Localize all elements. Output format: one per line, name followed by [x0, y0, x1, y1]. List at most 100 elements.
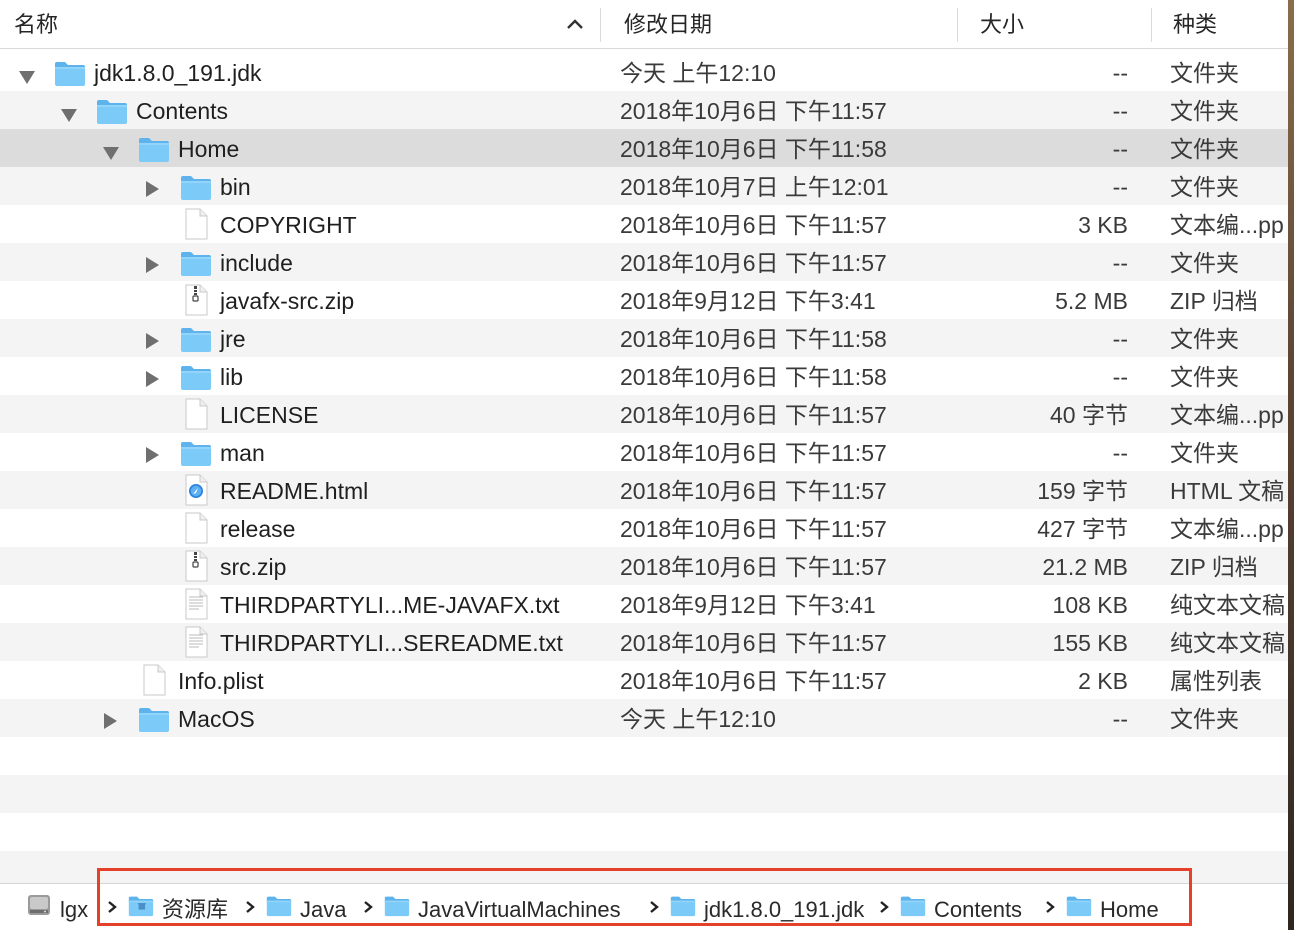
- file-kind: 纯文本文稿: [1170, 592, 1285, 618]
- file-name: bin: [220, 174, 251, 200]
- zip-icon: [180, 550, 212, 582]
- file-modified-date: 2018年10月6日 下午11:58: [620, 326, 887, 352]
- file-size: --: [1112, 706, 1128, 732]
- file-modified-date: 今天 上午12:10: [620, 706, 776, 732]
- column-size-header[interactable]: 大小: [980, 0, 1024, 48]
- disclosure-collapsed-icon[interactable]: [144, 443, 162, 463]
- file-size: 427 字节: [1037, 516, 1128, 542]
- file-modified-date: 今天 上午12:10: [620, 60, 776, 86]
- file-row[interactable]: README.html 2018年10月6日 下午11:57 159 字节 HTML …: [0, 471, 1288, 509]
- file-row[interactable]: THIRDPARTYLI...SEREADME.txt 2018年10月6日 下午…: [0, 623, 1288, 661]
- file-row[interactable]: release 2018年10月6日 下午11:57 427 字节 文本编...pp: [0, 509, 1288, 547]
- file-kind: 文件夹: [1170, 174, 1239, 200]
- hard-drive-icon: [26, 892, 52, 928]
- zip-icon: [180, 284, 212, 316]
- file-size: 21.2 MB: [1042, 554, 1128, 580]
- file-name: Info.plist: [178, 668, 264, 694]
- file-row[interactable]: Contents 2018年10月6日 下午11:57 -- 文件夹: [0, 91, 1288, 129]
- file-kind: 文件夹: [1170, 706, 1239, 732]
- folder-icon: [54, 59, 86, 87]
- folder-icon: [180, 363, 212, 391]
- file-kind: HTML 文稿: [1170, 478, 1285, 504]
- file-row[interactable]: bin 2018年10月7日 上午12:01 -- 文件夹: [0, 167, 1288, 205]
- file-size: --: [1112, 364, 1128, 390]
- file-modified-date: 2018年10月6日 下午11:57: [620, 516, 887, 542]
- disclosure-collapsed-icon[interactable]: [144, 253, 162, 273]
- file-kind: 属性列表: [1170, 668, 1262, 694]
- path-crumb[interactable]: lgx: [26, 892, 88, 924]
- column-divider[interactable]: [600, 8, 601, 42]
- file-modified-date: 2018年10月6日 下午11:57: [620, 478, 887, 504]
- file-size: --: [1112, 60, 1128, 86]
- file-size: --: [1112, 326, 1128, 352]
- column-divider[interactable]: [957, 8, 958, 42]
- file-kind: 文本编...pp: [1170, 516, 1284, 542]
- disclosure-collapsed-icon[interactable]: [144, 177, 162, 197]
- file-modified-date: 2018年10月6日 下午11:57: [620, 668, 887, 694]
- column-divider[interactable]: [1151, 8, 1152, 42]
- file-name: COPYRIGHT: [220, 212, 357, 238]
- column-modified-header[interactable]: 修改日期: [624, 0, 712, 48]
- disclosure-expanded-icon[interactable]: [102, 140, 120, 160]
- file-name: MacOS: [178, 706, 255, 732]
- file-name: lib: [220, 364, 244, 390]
- file-kind: ZIP 归档: [1170, 288, 1258, 314]
- file-size: 155 KB: [1052, 630, 1128, 656]
- folder-icon: [96, 97, 128, 125]
- file-modified-date: 2018年10月7日 上午12:01: [620, 174, 889, 200]
- file-name: LICENSE: [220, 402, 319, 428]
- file-modified-date: 2018年10月6日 下午11:57: [620, 250, 887, 276]
- file-row[interactable]: javafx-src.zip 2018年9月12日 下午3:41 5.2 MB ZIP…: [0, 281, 1288, 319]
- file-size: --: [1112, 250, 1128, 276]
- file-kind: 文本编...pp: [1170, 212, 1284, 238]
- empty-row: [0, 813, 1288, 851]
- disclosure-collapsed-icon[interactable]: [144, 367, 162, 387]
- file-row[interactable]: man 2018年10月6日 下午11:57 -- 文件夹: [0, 433, 1288, 471]
- sort-ascending-icon[interactable]: [565, 17, 585, 31]
- file-name: jre: [220, 326, 246, 352]
- file-row[interactable]: Home 2018年10月6日 下午11:58 -- 文件夹: [0, 129, 1288, 167]
- folder-icon: [180, 439, 212, 467]
- file-row[interactable]: include 2018年10月6日 下午11:57 -- 文件夹: [0, 243, 1288, 281]
- disclosure-collapsed-icon[interactable]: [144, 329, 162, 349]
- folder-icon: [180, 173, 212, 201]
- document-icon: [138, 664, 170, 696]
- file-row[interactable]: COPYRIGHT 2018年10月6日 下午11:57 3 KB 文本编...pp: [0, 205, 1288, 243]
- file-modified-date: 2018年9月12日 下午3:41: [620, 288, 876, 314]
- file-row[interactable]: jdk1.8.0_191.jdk 今天 上午12:10 -- 文件夹: [0, 53, 1288, 91]
- file-row[interactable]: lib 2018年10月6日 下午11:58 -- 文件夹: [0, 357, 1288, 395]
- column-kind-header[interactable]: 种类: [1173, 0, 1217, 48]
- file-size: 2 KB: [1078, 668, 1128, 694]
- folder-icon: [180, 325, 212, 353]
- column-header: 名称 修改日期 大小 种类: [0, 0, 1288, 49]
- file-row[interactable]: Info.plist 2018年10月6日 下午11:57 2 KB 属性列表: [0, 661, 1288, 699]
- file-name: src.zip: [220, 554, 287, 580]
- file-row[interactable]: MacOS 今天 上午12:10 -- 文件夹: [0, 699, 1288, 737]
- file-kind: 文件夹: [1170, 250, 1239, 276]
- file-size: 108 KB: [1052, 592, 1128, 618]
- document-icon: [180, 398, 212, 430]
- file-name: jdk1.8.0_191.jdk: [94, 60, 262, 86]
- file-size: --: [1112, 98, 1128, 124]
- folder-icon: [138, 135, 170, 163]
- file-row[interactable]: jre 2018年10月6日 下午11:58 -- 文件夹: [0, 319, 1288, 357]
- file-size: --: [1112, 136, 1128, 162]
- disclosure-expanded-icon[interactable]: [18, 64, 36, 84]
- file-name: release: [220, 516, 296, 542]
- file-row[interactable]: LICENSE 2018年10月6日 下午11:57 40 字节 文本编...pp: [0, 395, 1288, 433]
- file-size: --: [1112, 174, 1128, 200]
- file-size: --: [1112, 440, 1128, 466]
- disclosure-collapsed-icon[interactable]: [102, 709, 120, 729]
- file-size: 40 字节: [1050, 402, 1128, 428]
- file-modified-date: 2018年10月6日 下午11:57: [620, 440, 887, 466]
- file-kind: 文件夹: [1170, 60, 1239, 86]
- empty-row: [0, 775, 1288, 813]
- file-row[interactable]: src.zip 2018年10月6日 下午11:57 21.2 MB ZIP 归档: [0, 547, 1288, 585]
- file-row[interactable]: THIRDPARTYLI...ME-JAVAFX.txt 2018年9月12日 下…: [0, 585, 1288, 623]
- file-kind: 文件夹: [1170, 326, 1239, 352]
- column-name-header[interactable]: 名称: [14, 0, 58, 48]
- finder-window: 名称 修改日期 大小 种类 jdk1.8.0_191.jdk 今天 上午12:10…: [0, 0, 1288, 930]
- disclosure-expanded-icon[interactable]: [60, 102, 78, 122]
- document-icon: [180, 512, 212, 544]
- html-icon: [180, 474, 212, 506]
